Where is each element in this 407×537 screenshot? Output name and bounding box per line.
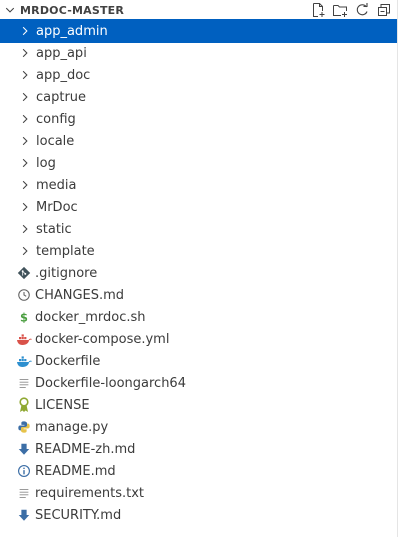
markdown-download-icon bbox=[16, 438, 32, 460]
tree-item-label: log bbox=[36, 155, 56, 171]
tree-item-label: manage.py bbox=[35, 419, 109, 435]
chevron-right-icon[interactable] bbox=[17, 108, 33, 130]
text-lines-icon bbox=[16, 372, 32, 394]
explorer-header[interactable]: MRDOC-MASTER bbox=[0, 0, 397, 20]
tree-item-label: config bbox=[36, 111, 76, 127]
tree-item-label: LICENSE bbox=[35, 397, 90, 413]
tree-file-gitignore[interactable]: .gitignore bbox=[0, 262, 397, 284]
tree-folder-template[interactable]: template bbox=[0, 240, 397, 262]
scrollbar-track[interactable] bbox=[397, 0, 407, 537]
tree-item-label: docker-compose.yml bbox=[35, 331, 170, 347]
refresh-icon[interactable] bbox=[351, 0, 373, 20]
svg-text:$: $ bbox=[20, 310, 28, 324]
tree-item-label: README-zh.md bbox=[35, 441, 136, 457]
collapse-all-icon[interactable] bbox=[373, 0, 395, 20]
clock-icon bbox=[16, 284, 32, 306]
tree-file-manage-py[interactable]: manage.py bbox=[0, 416, 397, 438]
new-folder-icon[interactable] bbox=[329, 0, 351, 20]
tree-item-label: app_doc bbox=[36, 67, 91, 83]
tree-file-docker-mrdoc-sh[interactable]: $ docker_mrdoc.sh bbox=[0, 306, 397, 328]
text-lines-icon bbox=[16, 482, 32, 504]
tree-item-label: app_admin bbox=[36, 23, 108, 39]
chevron-right-icon[interactable] bbox=[17, 42, 33, 64]
chevron-right-icon[interactable] bbox=[17, 86, 33, 108]
chevron-right-icon[interactable] bbox=[17, 240, 33, 262]
tree-item-label: MrDoc bbox=[36, 199, 78, 215]
explorer-actions bbox=[307, 0, 395, 20]
tree-folder-captrue[interactable]: captrue bbox=[0, 86, 397, 108]
chevron-right-icon[interactable] bbox=[17, 152, 33, 174]
tree-file-dockerfile[interactable]: Dockerfile bbox=[0, 350, 397, 372]
tree-folder-app-api[interactable]: app_api bbox=[0, 42, 397, 64]
tree-file-dockerfile-loongarch64[interactable]: Dockerfile-loongarch64 bbox=[0, 372, 397, 394]
new-file-icon[interactable] bbox=[307, 0, 329, 20]
docker-compose-icon bbox=[16, 328, 32, 350]
chevron-right-icon[interactable] bbox=[17, 196, 33, 218]
chevron-right-icon[interactable] bbox=[17, 64, 33, 86]
tree-file-changes-md[interactable]: CHANGES.md bbox=[0, 284, 397, 306]
tree-item-label: CHANGES.md bbox=[35, 287, 125, 303]
chevron-right-icon[interactable] bbox=[17, 20, 33, 42]
license-icon bbox=[16, 394, 32, 416]
chevron-down-icon[interactable] bbox=[3, 0, 17, 20]
tree-item-label: Dockerfile-loongarch64 bbox=[35, 375, 186, 391]
tree-folder-static[interactable]: static bbox=[0, 218, 397, 240]
tree-item-label: docker_mrdoc.sh bbox=[35, 309, 146, 325]
chevron-right-icon[interactable] bbox=[17, 218, 33, 240]
file-tree: app_admin app_api app_doc captrue config bbox=[0, 19, 398, 526]
tree-file-security-md[interactable]: SECURITY.md bbox=[0, 504, 397, 526]
tree-item-label: requirements.txt bbox=[35, 485, 145, 501]
tree-folder-app-admin[interactable]: app_admin bbox=[0, 19, 398, 43]
tree-file-docker-compose-yml[interactable]: docker-compose.yml bbox=[0, 328, 397, 350]
tree-item-label: app_api bbox=[36, 45, 87, 61]
tree-file-requirements-txt[interactable]: requirements.txt bbox=[0, 482, 397, 504]
tree-item-label: captrue bbox=[36, 89, 87, 105]
explorer-panel: MRDOC-MASTER app_admin app_api app_doc c… bbox=[0, 0, 398, 537]
shell-icon: $ bbox=[16, 306, 32, 328]
tree-folder-config[interactable]: config bbox=[0, 108, 397, 130]
chevron-right-icon[interactable] bbox=[17, 130, 33, 152]
tree-item-label: media bbox=[36, 177, 77, 193]
git-icon bbox=[16, 262, 32, 284]
python-icon bbox=[16, 416, 32, 438]
tree-folder-app-doc[interactable]: app_doc bbox=[0, 64, 397, 86]
tree-file-readme-zh-md[interactable]: README-zh.md bbox=[0, 438, 397, 460]
chevron-right-icon[interactable] bbox=[17, 174, 33, 196]
tree-item-label: .gitignore bbox=[35, 265, 98, 281]
docker-icon bbox=[16, 350, 32, 372]
workspace-title: MRDOC-MASTER bbox=[20, 3, 125, 17]
tree-folder-mrdoc[interactable]: MrDoc bbox=[0, 196, 397, 218]
tree-file-license[interactable]: LICENSE bbox=[0, 394, 397, 416]
tree-item-label: template bbox=[36, 243, 95, 259]
info-icon bbox=[16, 460, 32, 482]
tree-file-readme-md[interactable]: README.md bbox=[0, 460, 397, 482]
tree-item-label: README.md bbox=[35, 463, 116, 479]
tree-item-label: Dockerfile bbox=[35, 353, 101, 369]
tree-item-label: static bbox=[36, 221, 72, 237]
tree-item-label: SECURITY.md bbox=[35, 507, 122, 523]
tree-folder-media[interactable]: media bbox=[0, 174, 397, 196]
tree-folder-locale[interactable]: locale bbox=[0, 130, 397, 152]
tree-folder-log[interactable]: log bbox=[0, 152, 397, 174]
tree-item-label: locale bbox=[36, 133, 75, 149]
markdown-download-icon bbox=[16, 504, 32, 526]
